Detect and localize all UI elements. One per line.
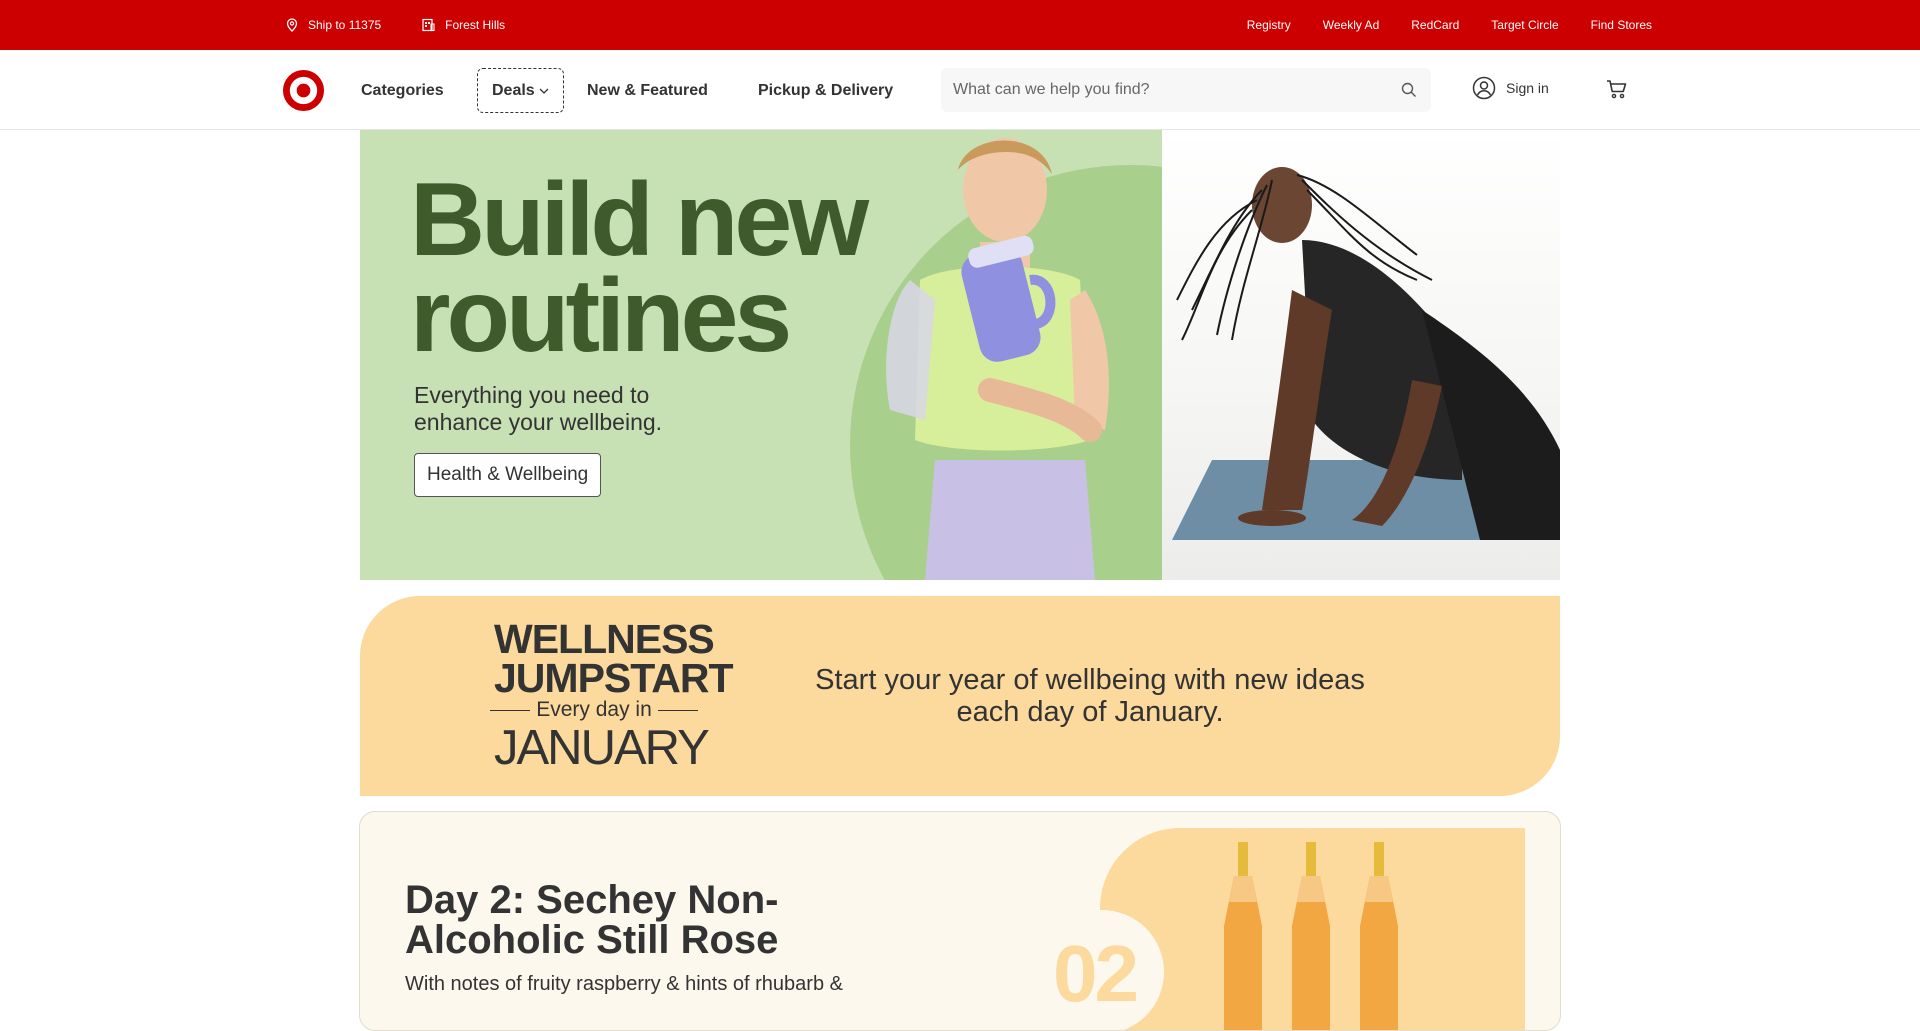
rose-bottles-image xyxy=(1224,842,1398,1030)
weekly-ad-link[interactable]: Weekly Ad xyxy=(1323,18,1379,32)
ship-to-label: Ship to 11375 xyxy=(308,18,382,32)
day-number: 02 xyxy=(1053,929,1139,1018)
wj-line-every-day: Every day in xyxy=(484,698,704,722)
sign-in-button[interactable]: Sign in xyxy=(1472,76,1549,100)
nav-categories-label: Categories xyxy=(361,81,444,99)
location-pin-icon xyxy=(286,18,298,32)
search-button[interactable] xyxy=(1387,68,1431,112)
wellness-jumpstart-logo: WELLNESS JUMPSTART Every day in JANUARY xyxy=(494,616,734,775)
hero-title: Build new routines xyxy=(410,162,869,374)
wellness-jumpstart-banner[interactable]: WELLNESS JUMPSTART Every day in JANUARY … xyxy=(360,596,1560,796)
nav-deals[interactable]: Deals xyxy=(477,68,564,113)
nav-categories[interactable]: Categories xyxy=(361,68,444,113)
redcard-link[interactable]: RedCard xyxy=(1411,18,1459,32)
utility-left: Ship to 11375 Forest Hills xyxy=(286,18,545,32)
find-stores-link[interactable]: Find Stores xyxy=(1591,18,1652,32)
ship-to-button[interactable]: Ship to 11375 xyxy=(286,18,381,32)
nav-new-featured[interactable]: New & Featured xyxy=(587,68,708,113)
nav-pickup-delivery-label: Pickup & Delivery xyxy=(758,81,894,99)
day-2-card[interactable]: Day 2: Sechey Non-Alcoholic Still Rose W… xyxy=(359,811,1561,1031)
day-card-title: Day 2: Sechey Non-Alcoholic Still Rose xyxy=(405,878,779,962)
chevron-down-icon xyxy=(539,88,549,94)
target-logo[interactable] xyxy=(282,69,325,112)
user-icon xyxy=(1472,76,1496,100)
main-header: Categories Deals New & Featured Pickup &… xyxy=(0,50,1920,130)
wj-line-jumpstart: JUMPSTART xyxy=(494,655,734,701)
wj-line-wellness: WELLNESS xyxy=(494,616,715,662)
utility-bar: Ship to 11375 Forest Hills Registry Week… xyxy=(0,0,1920,50)
cart-button[interactable] xyxy=(1606,78,1628,105)
nav-new-featured-label: New & Featured xyxy=(587,81,708,99)
wellness-description: Start your year of wellbeing with new id… xyxy=(815,664,1365,728)
utility-right: Registry Weekly Ad RedCard Target Circle… xyxy=(1215,18,1652,32)
cart-icon xyxy=(1607,80,1627,99)
day-card-description: With notes of fruity raspberry & hints o… xyxy=(405,973,843,995)
health-wellbeing-button[interactable]: Health & Wellbeing xyxy=(414,453,602,497)
wj-line-january: JANUARY xyxy=(494,721,710,775)
utility-bar-inner: Ship to 11375 Forest Hills Registry Week… xyxy=(286,0,1652,50)
search-bar xyxy=(941,68,1431,112)
search-icon xyxy=(1401,82,1416,97)
registry-link[interactable]: Registry xyxy=(1247,18,1291,32)
yoga-woman-image xyxy=(1172,167,1560,540)
store-label: Forest Hills xyxy=(445,18,506,32)
hero-subtitle: Everything you need to enhance your well… xyxy=(414,382,663,435)
store-icon xyxy=(422,18,435,32)
search-input[interactable] xyxy=(941,68,1387,112)
sign-in-label: Sign in xyxy=(1506,80,1549,96)
wj-every-day-text: Every day in xyxy=(536,698,652,721)
store-selector-button[interactable]: Forest Hills xyxy=(421,18,505,32)
target-circle-link[interactable]: Target Circle xyxy=(1491,18,1558,32)
hero-banner[interactable]: Build new routines Everything you need t… xyxy=(360,130,1560,580)
nav-deals-label: Deals xyxy=(492,81,535,99)
nav-pickup-delivery[interactable]: Pickup & Delivery xyxy=(758,68,893,113)
